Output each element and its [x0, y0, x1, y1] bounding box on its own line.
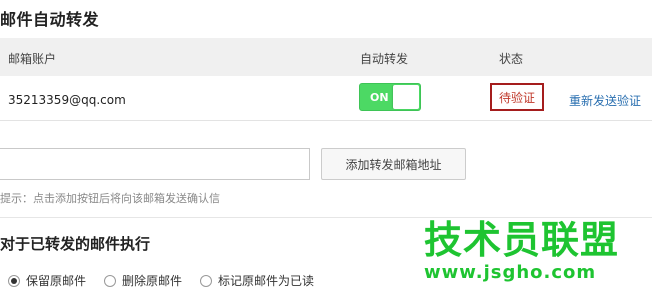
- option-keep-original[interactable]: 保留原邮件: [8, 272, 86, 289]
- watermark-url: www.jsgho.com: [424, 262, 597, 283]
- radio-keep-original[interactable]: [8, 274, 20, 287]
- radio-delete-original[interactable]: [104, 274, 117, 287]
- radio-mark-read[interactable]: [200, 274, 213, 287]
- hint-text: 提示：点击添加按钮后将向该邮箱发送确认信: [0, 192, 220, 205]
- watermark-logo: 技术员联盟 www.jsgho.com: [424, 220, 619, 283]
- account-email: 35213359@qq.com: [8, 93, 126, 107]
- auto-forward-toggle[interactable]: ON: [359, 83, 421, 111]
- column-header-auto-forward: 自动转发: [360, 52, 409, 66]
- column-header-status: 状态: [499, 52, 524, 66]
- column-header-account: 邮箱账户: [8, 52, 57, 66]
- toggle-label: ON: [370, 91, 389, 104]
- table-header: [0, 38, 652, 76]
- resend-verification-link[interactable]: 重新发送验证: [569, 92, 641, 109]
- toggle-knob: [393, 85, 419, 109]
- forwarded-action-title: 对于已转发的邮件执行: [0, 235, 151, 253]
- watermark-text: 技术员联盟: [424, 218, 620, 262]
- forward-address-input[interactable]: [0, 148, 310, 180]
- option-label: 保留原邮件: [26, 274, 87, 288]
- status-badge: 待验证: [490, 83, 544, 111]
- status-text: 待验证: [498, 90, 535, 105]
- option-mark-read[interactable]: 标记原邮件为已读: [200, 272, 314, 289]
- add-forward-address-button[interactable]: 添加转发邮箱地址: [321, 148, 466, 180]
- option-label: 标记原邮件为已读: [218, 274, 315, 288]
- option-label: 删除原邮件: [122, 274, 183, 288]
- forwarded-action-options: 保留原邮件 删除原邮件 标记原邮件为已读: [8, 272, 332, 289]
- option-delete-original[interactable]: 删除原邮件: [104, 272, 182, 289]
- page-title: 邮件自动转发: [0, 10, 100, 29]
